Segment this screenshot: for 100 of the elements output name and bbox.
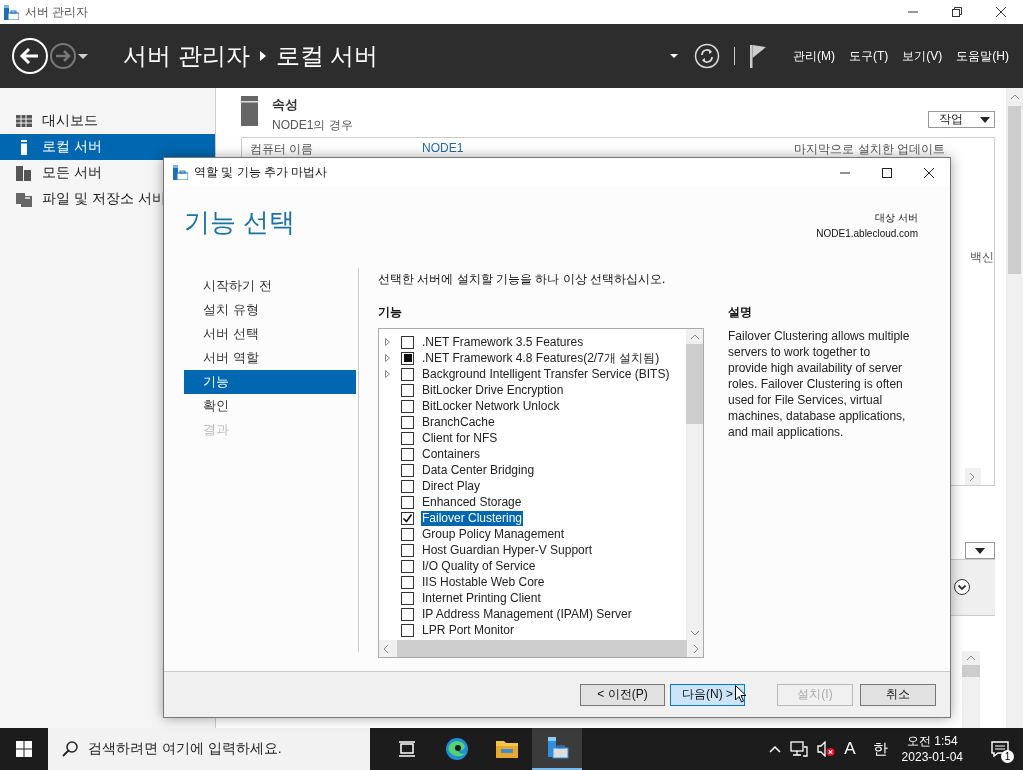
feature-item[interactable]: .NET Framework 3.5 Features bbox=[421, 334, 585, 350]
menu-item[interactable]: 도구(T) bbox=[849, 47, 889, 65]
feature-item[interactable]: Direct Play bbox=[421, 478, 481, 494]
vertical-scrollbar[interactable] bbox=[1006, 88, 1023, 728]
wizard-step[interactable]: 확인 bbox=[184, 394, 356, 418]
ime-indicator[interactable]: 한 bbox=[872, 739, 888, 759]
close-icon[interactable] bbox=[995, 6, 1007, 18]
feature-item[interactable]: Enhanced Storage bbox=[421, 494, 523, 510]
vertical-scrollbar[interactable] bbox=[686, 329, 703, 640]
scroll-down-icon bbox=[689, 630, 700, 636]
dropdown-caret-icon[interactable] bbox=[77, 51, 89, 61]
tasks-button[interactable]: 작업 bbox=[928, 111, 995, 128]
checkbox[interactable] bbox=[401, 479, 414, 493]
checkbox[interactable] bbox=[401, 367, 414, 381]
checkbox[interactable] bbox=[401, 559, 414, 573]
feature-item[interactable]: Failover Clustering bbox=[421, 510, 524, 526]
restore-icon[interactable] bbox=[951, 6, 963, 18]
expand-arrow-icon[interactable] bbox=[385, 370, 390, 378]
description-text: Failover Clustering allows multiple servers to work together to provide high availability of server roles. Failover Clustering is often used for File Services, virtual machines, database applications, and mail applications. bbox=[728, 328, 910, 440]
feature-item[interactable]: Data Center Bridging bbox=[421, 462, 536, 478]
property-label: 백신 bbox=[970, 249, 994, 266]
checkbox[interactable] bbox=[401, 575, 414, 589]
taskbar-clock[interactable]: 오전 1:54 2023-01-04 bbox=[901, 733, 963, 765]
wizard-button[interactable]: 다음(N) > bbox=[670, 683, 745, 706]
horizontal-scrollbar[interactable] bbox=[965, 468, 981, 486]
feature-item[interactable]: Group Policy Management bbox=[421, 526, 566, 542]
checkbox[interactable] bbox=[401, 463, 414, 477]
feature-item[interactable]: Containers bbox=[421, 446, 482, 462]
chevron-up-icon[interactable] bbox=[769, 745, 782, 753]
target-server-label: 대상 서버 bbox=[875, 211, 918, 225]
feature-item[interactable]: LPR Port Monitor bbox=[421, 622, 516, 638]
expand-arrow-icon[interactable] bbox=[385, 338, 390, 346]
feature-item[interactable]: Background Intelligent Transfer Service (BITS) bbox=[421, 366, 671, 382]
feature-item[interactable]: .NET Framework 4.8 Features(2/7개 설치됨) bbox=[421, 350, 661, 366]
checkbox[interactable] bbox=[401, 591, 414, 605]
network-icon[interactable] bbox=[790, 741, 809, 757]
menu-item[interactable]: 관리(M) bbox=[793, 47, 835, 65]
feature-item[interactable]: Client for NFS bbox=[421, 430, 499, 446]
checkbox[interactable] bbox=[401, 383, 414, 397]
menu-item[interactable]: 보기(V) bbox=[902, 47, 943, 65]
wizard-heading: 기능 선택 bbox=[184, 206, 296, 239]
wizard-button[interactable]: < 이전(P) bbox=[580, 683, 665, 706]
checkbox[interactable] bbox=[401, 511, 414, 525]
checkbox[interactable] bbox=[401, 399, 414, 413]
expand-icon[interactable] bbox=[953, 578, 971, 597]
feature-item[interactable]: Host Guardian Hyper-V Support bbox=[421, 542, 594, 558]
checkbox[interactable] bbox=[401, 447, 414, 461]
feature-item[interactable]: I/O Quality of Service bbox=[421, 558, 537, 574]
checkbox[interactable] bbox=[401, 543, 414, 557]
menu-item[interactable]: 도움말(H) bbox=[956, 47, 1009, 65]
feature-item[interactable]: Internet Printing Client bbox=[421, 590, 542, 606]
feature-item[interactable]: BitLocker Drive Encryption bbox=[421, 382, 565, 398]
scroll-up-icon bbox=[689, 334, 700, 340]
feature-item[interactable]: IP Address Management (IPAM) Server bbox=[421, 606, 633, 622]
dropdown-caret-icon[interactable] bbox=[670, 53, 678, 59]
expand-arrow-icon[interactable] bbox=[385, 354, 390, 362]
checkbox[interactable] bbox=[401, 607, 414, 621]
browser-icon bbox=[445, 737, 469, 761]
vertical-scrollbar[interactable] bbox=[962, 650, 980, 728]
tasks-button[interactable] bbox=[965, 542, 995, 560]
sidebar-item[interactable]: 로컬 서버 bbox=[0, 134, 215, 160]
checkbox[interactable] bbox=[401, 623, 414, 637]
property-value: NODE1 bbox=[422, 141, 464, 155]
muted-speaker-icon[interactable] bbox=[817, 741, 836, 757]
notification-button[interactable]: 1 bbox=[977, 728, 1023, 770]
wizard-step[interactable]: 설치 유형 bbox=[184, 298, 356, 322]
wizard-step[interactable]: 시작하기 전 bbox=[184, 274, 356, 298]
wizard-step[interactable]: 기능 bbox=[184, 370, 356, 394]
caret-icon bbox=[980, 116, 990, 123]
sidebar-item[interactable]: 대시보드 bbox=[0, 108, 215, 134]
close-icon[interactable] bbox=[923, 166, 935, 179]
checkbox[interactable] bbox=[401, 415, 414, 429]
wizard-step: 결과 bbox=[184, 418, 356, 442]
flag-icon[interactable] bbox=[749, 44, 767, 68]
taskbar-search-field[interactable]: 검색하려면 여기에 입력하세요. bbox=[48, 728, 370, 770]
wizard-step[interactable]: 서버 선택 bbox=[184, 322, 356, 346]
taskbar-app[interactable] bbox=[532, 728, 582, 770]
checkbox[interactable] bbox=[401, 527, 414, 541]
horizontal-scrollbar[interactable] bbox=[379, 640, 703, 657]
dialog-title: 역할 및 기능 추가 마법사 bbox=[194, 164, 329, 181]
input-mode-indicator[interactable]: A bbox=[844, 739, 856, 759]
scrollbar-thumb[interactable] bbox=[962, 664, 980, 677]
wizard-button[interactable]: 취소 bbox=[860, 683, 936, 706]
feature-item[interactable]: IIS Hostable Web Core bbox=[421, 574, 546, 590]
wizard-step[interactable]: 서버 역할 bbox=[184, 346, 356, 370]
feature-item[interactable]: BitLocker Network Unlock bbox=[421, 398, 561, 414]
checkbox[interactable] bbox=[401, 335, 414, 349]
breadcrumb-item: 로컬 서버 bbox=[275, 41, 379, 71]
checkbox[interactable] bbox=[401, 495, 414, 509]
refresh-icon[interactable] bbox=[694, 43, 720, 69]
maximize-icon[interactable] bbox=[881, 166, 893, 179]
property-label: 컴퓨터 이름 bbox=[250, 141, 315, 158]
feature-item[interactable]: BranchCache bbox=[421, 414, 496, 430]
back-icon[interactable] bbox=[11, 37, 49, 75]
scrollbar-thumb[interactable] bbox=[1008, 106, 1021, 274]
window-title: 서버 관리자 bbox=[25, 3, 90, 21]
server-manager-icon bbox=[545, 736, 569, 760]
checkbox[interactable] bbox=[401, 431, 414, 445]
scroll-left-icon bbox=[383, 643, 389, 654]
breadcrumb-arrow-icon bbox=[259, 51, 266, 61]
